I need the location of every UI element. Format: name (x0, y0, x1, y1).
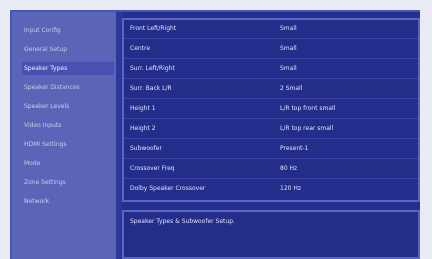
setting-label: Centre (130, 45, 151, 52)
setting-value[interactable]: Present-1 (280, 140, 309, 158)
setup-screen: Input Config General Setup Speaker Types… (10, 10, 420, 259)
setting-label: Height 1 (130, 105, 156, 112)
setting-label: Crossover Freq (130, 165, 175, 172)
setting-value[interactable]: Small (280, 60, 297, 78)
setting-value[interactable]: L/R top front small (280, 100, 335, 118)
menu-item-mode[interactable]: Mode (22, 157, 114, 170)
setting-row-dolby-speaker-crossover[interactable]: Dolby Speaker Crossover 120 Hz (124, 180, 418, 199)
setting-row-surr-left-right[interactable]: Surr. Left/Right Small (124, 60, 418, 79)
menu-item-network[interactable]: Network (22, 195, 114, 208)
setting-row-surr-back[interactable]: Surr. Back L/R 2 Small (124, 80, 418, 99)
setting-label: Surr. Back L/R (130, 85, 172, 92)
setting-value[interactable]: 120 Hz (280, 180, 301, 198)
setting-label: Dolby Speaker Crossover (130, 185, 206, 192)
setting-row-height-2[interactable]: Height 2 L/R top rear small (124, 120, 418, 139)
setting-row-crossover-freq[interactable]: Crossover Freq 80 Hz (124, 160, 418, 179)
menu-item-speaker-levels[interactable]: Speaker Levels (22, 100, 114, 113)
menu-item-input-config[interactable]: Input Config (22, 24, 114, 37)
setting-value[interactable]: Small (280, 40, 297, 58)
menu-item-video-inputs[interactable]: Video Inputs (22, 119, 114, 132)
help-panel: Speaker Types & Subwoofer Setup. (122, 210, 420, 259)
menu-item-speaker-distances[interactable]: Speaker Distances (22, 81, 114, 94)
setting-label: Front Left/Right (130, 25, 177, 32)
setting-row-subwoofer[interactable]: Subwoofer Present-1 (124, 140, 418, 159)
setting-row-height-1[interactable]: Height 1 L/R top front small (124, 100, 418, 119)
setting-label: Surr. Left/Right (130, 65, 175, 72)
menu-item-speaker-types[interactable]: Speaker Types (22, 62, 114, 75)
setting-label: Height 2 (130, 125, 156, 132)
help-text: Speaker Types & Subwoofer Setup. (130, 218, 235, 225)
setting-row-front-left-right[interactable]: Front Left/Right Small (124, 20, 418, 39)
menu-item-zone-settings[interactable]: Zone Settings (22, 176, 114, 189)
menu-item-general-setup[interactable]: General Setup (22, 43, 114, 56)
setup-menu: Input Config General Setup Speaker Types… (12, 12, 116, 259)
setting-value[interactable]: L/R top rear small (280, 120, 333, 138)
setting-value[interactable]: 80 Hz (280, 160, 297, 178)
setting-value[interactable]: Small (280, 20, 297, 38)
settings-panel: Front Left/Right Small Centre Small Surr… (122, 18, 420, 202)
setting-label: Subwoofer (130, 145, 162, 152)
menu-item-hdmi-settings[interactable]: HDMI Settings (22, 138, 114, 151)
setting-row-centre[interactable]: Centre Small (124, 40, 418, 59)
setting-value[interactable]: 2 Small (280, 80, 302, 98)
